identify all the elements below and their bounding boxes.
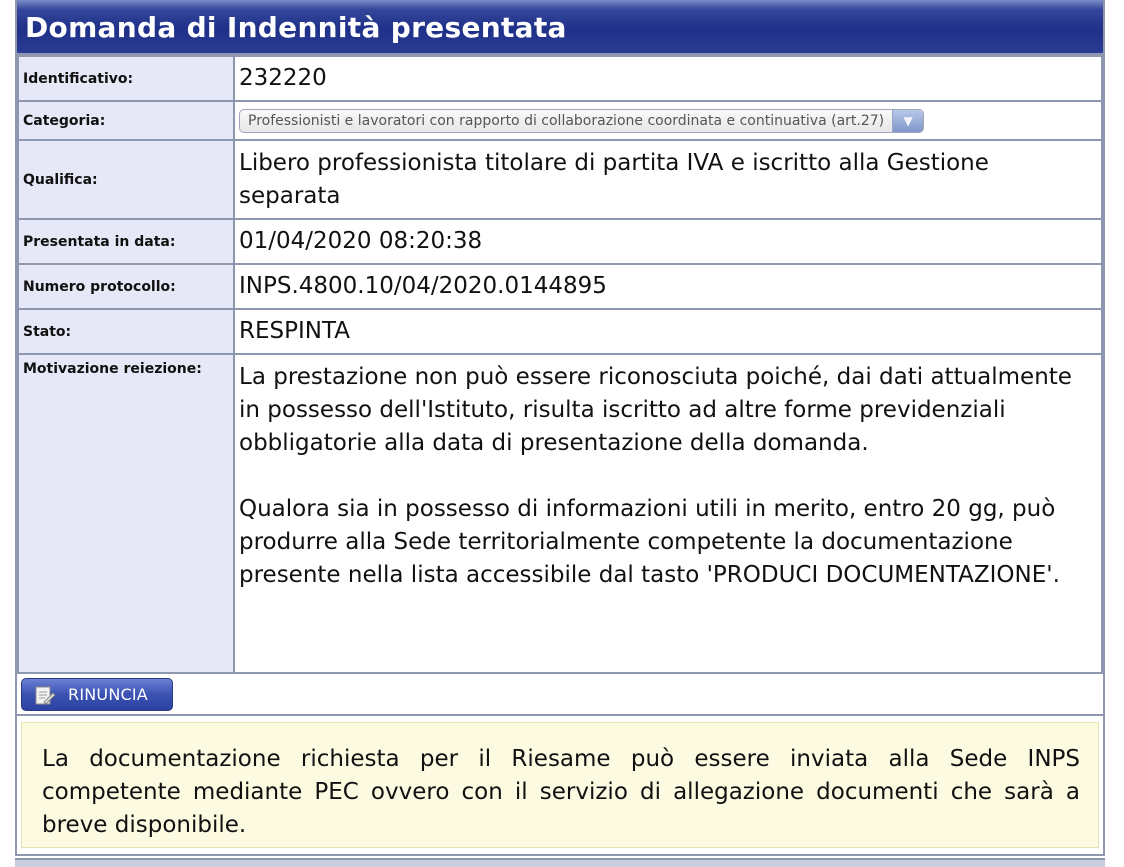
- document-icon: [32, 684, 56, 706]
- status-value: RESPINTA: [233, 308, 1103, 355]
- chevron-down-icon[interactable]: ▼: [892, 109, 924, 132]
- motivazione-paragraph-2: Qualora sia in possesso di informazioni …: [239, 496, 1060, 588]
- bottom-panel-edge: [15, 858, 1105, 867]
- row-identificativo: Identificativo: 232220: [17, 55, 1103, 102]
- motivazione-paragraph-1: La prestazione non può essere riconosciu…: [239, 364, 1072, 456]
- label-categoria: Categoria:: [17, 100, 235, 141]
- label-identificativo: Identificativo:: [17, 55, 235, 102]
- label-stato: Stato:: [17, 308, 235, 355]
- row-categoria: Categoria: Professionisti e lavoratori c…: [17, 100, 1103, 141]
- label-presentata: Presentata in data:: [17, 218, 235, 265]
- label-protocollo: Numero protocollo:: [17, 263, 235, 310]
- value-protocollo: INPS.4800.10/04/2020.0144895: [233, 263, 1103, 310]
- value-motivazione: La prestazione non può essere riconosciu…: [233, 353, 1103, 674]
- value-qualifica: Libero professionista titolare di partit…: [233, 139, 1103, 220]
- notice-wrapper: La documentazione richiesta per il Riesa…: [17, 716, 1103, 854]
- categoria-selected-value: Professionisti e lavoratori con rapporto…: [248, 112, 885, 129]
- value-categoria-cell: Professionisti e lavoratori con rapporto…: [233, 100, 1103, 141]
- panel-title: Domanda di Indennità presentata: [17, 0, 1103, 55]
- rinuncia-label: RINUNCIA: [68, 685, 148, 704]
- info-notice: La documentazione richiesta per il Riesa…: [21, 722, 1099, 848]
- label-motivazione: Motivazione reiezione:: [17, 353, 235, 674]
- categoria-select[interactable]: Professionisti e lavoratori con rapporto…: [239, 108, 925, 133]
- value-identificativo: 232220: [233, 55, 1103, 102]
- indennita-panel: Domanda di Indennità presentata Identifi…: [15, 0, 1105, 856]
- label-qualifica: Qualifica:: [17, 139, 235, 220]
- value-presentata: 01/04/2020 08:20:38: [233, 218, 1103, 265]
- row-presentata: Presentata in data: 01/04/2020 08:20:38: [17, 218, 1103, 265]
- row-qualifica: Qualifica: Libero professionista titolar…: [17, 139, 1103, 220]
- actions-row: RINUNCIA: [17, 674, 1103, 716]
- rinuncia-button[interactable]: RINUNCIA: [21, 678, 173, 711]
- row-protocollo: Numero protocollo: INPS.4800.10/04/2020.…: [17, 263, 1103, 310]
- row-motivazione: Motivazione reiezione: La prestazione no…: [17, 353, 1103, 674]
- row-stato: Stato: RESPINTA: [17, 308, 1103, 355]
- details-table: Identificativo: 232220 Categoria: Profes…: [17, 55, 1103, 674]
